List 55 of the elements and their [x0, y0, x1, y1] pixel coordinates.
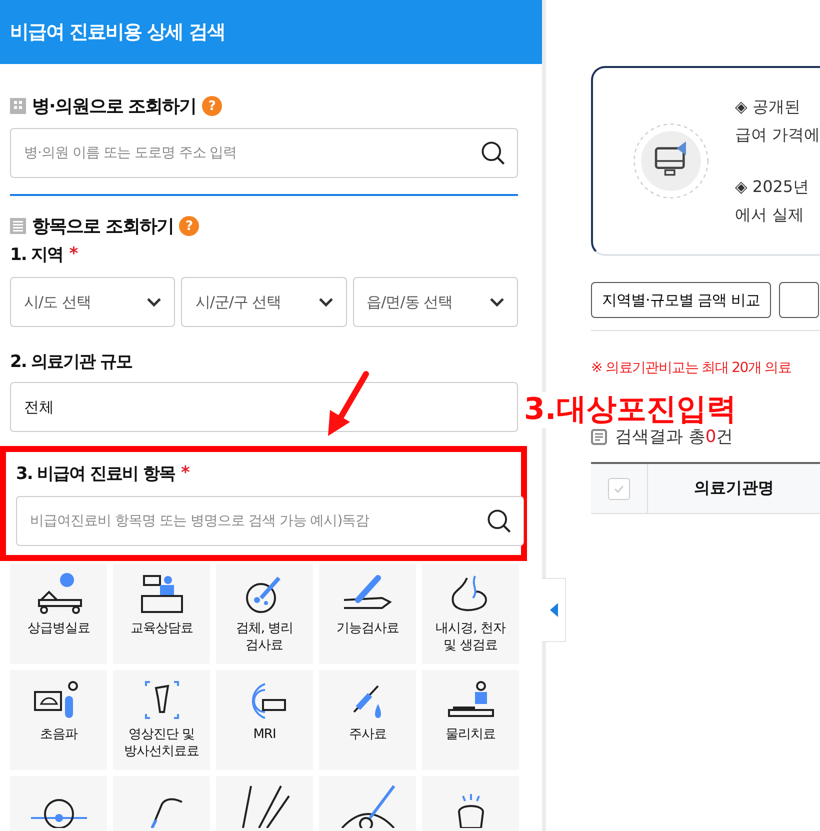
info-text: 에서 실제 [735, 204, 806, 226]
field-label: 3. 비급여 진료비 항목 [16, 462, 176, 484]
category-label: 내시경, 천자 및 생검료 [436, 620, 506, 654]
category-tile[interactable]: 초음파 [10, 670, 107, 770]
category-tile[interactable]: 상급병실료 [10, 564, 107, 664]
chevron-icon [146, 297, 162, 307]
search-icon [486, 508, 512, 534]
category-label: 검체, 병리 검사료 [236, 620, 294, 654]
section-heading: 병·의원으로 조회하기 [32, 95, 196, 118]
info-text: ◈ 공개된 [735, 96, 802, 118]
category-label: 주사료 [348, 726, 386, 743]
list-icon [10, 217, 26, 235]
info-text: ◈ 2025년 [735, 176, 810, 198]
category-label: 교육상담료 [130, 620, 193, 637]
building-icon [10, 97, 26, 115]
search-field[interactable]: 비급여진료비 항목명 또는 병명으로 검색 가능 예시)독감 [16, 496, 524, 546]
category-label: 상급병실료 [27, 620, 90, 637]
category-label: 영상진단 및 방사선치료료 [124, 726, 199, 760]
field-label: 2. 의료기관 규모 [10, 350, 132, 372]
monitor-icon [633, 123, 709, 199]
result-count: 검색결과 총0건 [615, 426, 734, 448]
category-tile[interactable]: 교육상담료 [113, 564, 210, 664]
search-icon [480, 140, 506, 166]
search-field[interactable]: 병·의원 이름 또는 도로명 주소 입력 [10, 128, 518, 178]
chevron-icon [318, 297, 334, 307]
section-heading: 항목으로 조회하기 [32, 215, 174, 238]
dropdown[interactable]: 시/군/구 선택 [181, 277, 347, 327]
dropdown[interactable]: 시/도 선택 [10, 277, 176, 327]
required-mark: * [181, 463, 189, 483]
category-tile[interactable]: MRI [216, 670, 313, 770]
column-header: 의료기관명 [694, 478, 774, 499]
category-tile[interactable]: 주사료 [319, 670, 416, 770]
panel-title: 비급여 진료비용 상세 검색 [10, 20, 225, 45]
category-label: 기능검사료 [336, 620, 399, 637]
check-icon [613, 484, 625, 494]
info-text: 급여 가격에 [735, 124, 820, 146]
category-tile[interactable]: 물리치료 [422, 670, 519, 770]
cut-off-button[interactable] [778, 282, 819, 318]
dropdown[interactable]: 읍/면/동 선택 [352, 277, 518, 327]
collapse-button[interactable] [542, 578, 566, 642]
chevron-icon [488, 297, 505, 307]
category-tile[interactable]: 기능검사료 [319, 564, 416, 664]
category-tile[interactable]: 내시경, 천자 및 생검료 [422, 564, 519, 664]
category-tile[interactable]: 영상진단 및 방사선치료료 [113, 670, 210, 770]
compare-button[interactable]: 지역별·규모별 금액 비교 [591, 282, 771, 318]
dropdown[interactable]: 전체 [10, 382, 518, 432]
field-label: 1. 지역 [10, 244, 64, 266]
category-tile[interactable]: 검체, 병리 검사료 [216, 564, 313, 664]
category-label: 물리치료 [446, 726, 496, 743]
notice-text: ※ 의료기관비교는 최대 20개 의료 [591, 359, 792, 377]
category-label: 초음파 [40, 726, 78, 743]
document-icon [591, 428, 607, 444]
required-mark: * [69, 244, 78, 264]
category-label: MRI [253, 726, 276, 743]
triangle-left-icon [550, 603, 558, 617]
